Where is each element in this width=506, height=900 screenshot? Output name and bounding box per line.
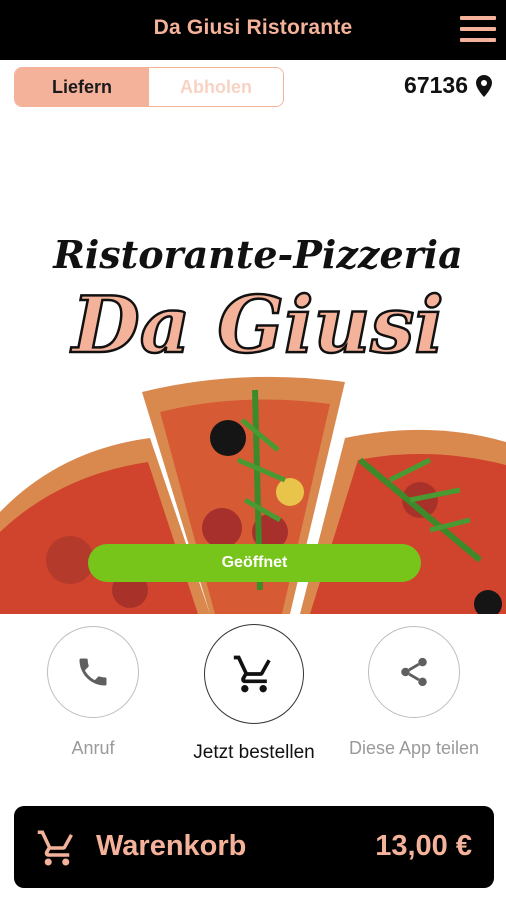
location-pin-icon — [476, 74, 492, 97]
logo-line-2: Da Giusi — [70, 280, 444, 371]
call-label: Anruf — [71, 738, 115, 758]
app-title: Da Giusi Ristorante — [153, 16, 353, 39]
shopping-cart-icon — [233, 655, 271, 693]
zip-code: 67136 — [404, 72, 468, 98]
call-button[interactable] — [47, 626, 139, 718]
call-action[interactable]: Anruf — [8, 626, 178, 759]
cart-icon — [37, 830, 73, 866]
order-mode-toggle: Liefern Abholen — [14, 67, 284, 107]
phone-icon — [79, 658, 107, 686]
cart-total: 13,00 € — [375, 830, 472, 862]
share-action[interactable]: Diese App teilen — [329, 626, 499, 759]
quick-actions: Anruf Jetzt bestellen Diese App teilen — [0, 624, 506, 776]
cart-button[interactable]: Warenkorb 13,00 € — [14, 806, 494, 888]
cart-label: Warenkorb — [96, 830, 247, 862]
opening-status-badge: Geöffnet — [88, 544, 421, 582]
order-action[interactable]: Jetzt bestellen — [169, 624, 339, 764]
share-icon — [401, 657, 427, 687]
location-selector[interactable]: 67136 — [404, 72, 492, 99]
order-label: Jetzt bestellen — [193, 742, 315, 763]
logo-line-1: Ristorante-Pizzeria — [52, 232, 463, 277]
restaurant-logo: Ristorante-Pizzeria Da Giusi — [52, 232, 463, 372]
delivery-tab[interactable]: Liefern — [15, 68, 149, 106]
order-button[interactable] — [204, 624, 304, 724]
share-label: Diese App teilen — [348, 738, 480, 758]
app-header: Da Giusi Ristorante — [0, 0, 506, 60]
hamburger-menu-icon[interactable] — [460, 14, 496, 46]
hero-banner: Ristorante-Pizzeria Da Giusi Geöffnet — [0, 120, 506, 614]
share-button[interactable] — [368, 626, 460, 718]
pickup-tab[interactable]: Abholen — [149, 68, 283, 106]
